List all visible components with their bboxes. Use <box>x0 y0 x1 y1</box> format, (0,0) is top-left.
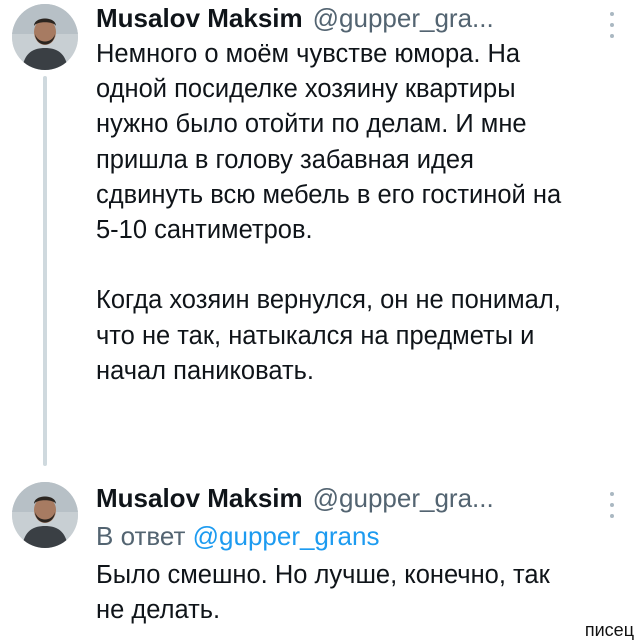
author-handle[interactable]: @gupper_gra... <box>313 2 494 34</box>
more-icon[interactable] <box>602 492 622 518</box>
avatar[interactable] <box>12 4 78 70</box>
watermark: писец <box>584 620 634 640</box>
reply-context: В ответ @gupper_grans <box>96 520 379 552</box>
more-icon[interactable] <box>602 12 622 38</box>
avatar[interactable] <box>12 482 78 548</box>
tweet-text: Было смешно. Но лучше, конечно, так не д… <box>96 561 550 625</box>
author-name[interactable]: Musalov Maksim <box>96 2 303 34</box>
tweet-header: Musalov Maksim @gupper_gra... <box>96 482 494 514</box>
tweet-header: Musalov Maksim @gupper_gra... <box>96 2 494 34</box>
tweet-text: Немного о моём чувстве юмора. На одной п… <box>96 40 562 385</box>
thread-line <box>43 76 47 466</box>
author-handle[interactable]: @gupper_gra... <box>313 482 494 514</box>
author-name[interactable]: Musalov Maksim <box>96 482 303 514</box>
reply-handle-link[interactable]: @gupper_grans <box>193 521 380 551</box>
tweet-1[interactable]: Musalov Maksim @gupper_gra... Немного о … <box>0 0 640 470</box>
tweet-2[interactable]: Musalov Maksim @gupper_gra... В ответ @g… <box>0 470 640 643</box>
reply-prefix: В ответ <box>96 521 186 551</box>
